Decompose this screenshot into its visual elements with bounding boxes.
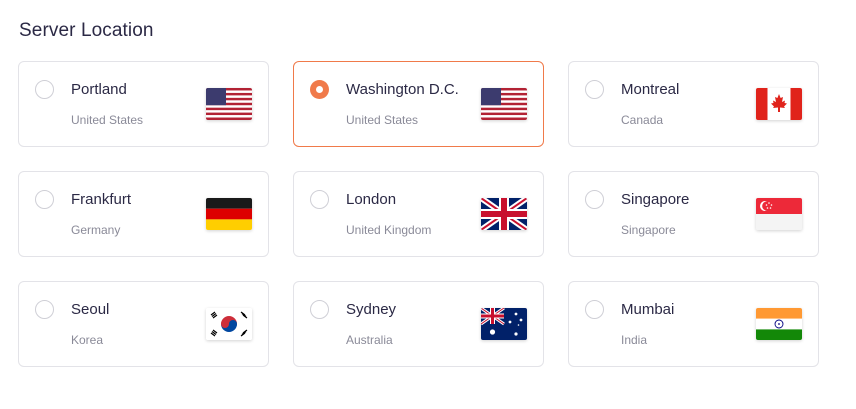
radio-button-selected[interactable] xyxy=(310,80,329,99)
city-label: Montreal xyxy=(621,81,680,98)
location-card-montreal[interactable]: Montreal Canada xyxy=(568,61,819,147)
city-label: Frankfurt xyxy=(71,191,132,208)
country-label: Korea xyxy=(71,333,104,347)
us-flag-icon xyxy=(206,88,252,120)
location-card-singapore[interactable]: Singapore Singapore xyxy=(568,171,819,257)
radio-button[interactable] xyxy=(310,300,329,319)
country-label: India xyxy=(621,333,648,347)
radio-button[interactable] xyxy=(35,190,54,209)
uk-flag-icon xyxy=(481,198,527,230)
city-label: Seoul xyxy=(71,301,110,318)
country-label: United States xyxy=(346,113,419,127)
country-label: Australia xyxy=(346,333,393,347)
section-title: Server Location xyxy=(19,20,154,41)
location-card-london[interactable]: London United Kingdom xyxy=(293,171,544,257)
city-label: London xyxy=(346,191,397,208)
canada-flag-icon xyxy=(756,88,802,120)
germany-flag-icon xyxy=(206,198,252,230)
server-location-grid: Portland United States Washington D.C. U… xyxy=(18,61,819,367)
location-card-washington-dc[interactable]: Washington D.C. United States xyxy=(293,61,544,147)
radio-button[interactable] xyxy=(585,190,604,209)
india-flag-icon xyxy=(756,308,802,340)
location-card-mumbai[interactable]: Mumbai India xyxy=(568,281,819,367)
country-label: United States xyxy=(71,113,144,127)
australia-flag-icon xyxy=(481,308,527,340)
radio-button[interactable] xyxy=(585,80,604,99)
korea-flag-icon xyxy=(206,308,252,340)
radio-button[interactable] xyxy=(35,300,54,319)
country-label: Singapore xyxy=(621,223,676,237)
city-label: Sydney xyxy=(346,301,397,318)
country-label: Germany xyxy=(71,223,121,237)
country-label: United Kingdom xyxy=(346,223,432,237)
country-label: Canada xyxy=(621,113,664,127)
radio-button[interactable] xyxy=(310,190,329,209)
city-label: Mumbai xyxy=(621,301,675,318)
city-label: Portland xyxy=(71,81,127,98)
location-card-seoul[interactable]: Seoul Korea xyxy=(18,281,269,367)
us-flag-icon xyxy=(481,88,527,120)
city-label: Washington D.C. xyxy=(346,81,459,98)
location-card-sydney[interactable]: Sydney Australia xyxy=(293,281,544,367)
city-label: Singapore xyxy=(621,191,690,208)
radio-button[interactable] xyxy=(35,80,54,99)
location-card-portland[interactable]: Portland United States xyxy=(18,61,269,147)
location-card-frankfurt[interactable]: Frankfurt Germany xyxy=(18,171,269,257)
radio-button[interactable] xyxy=(585,300,604,319)
singapore-flag-icon xyxy=(756,198,802,230)
